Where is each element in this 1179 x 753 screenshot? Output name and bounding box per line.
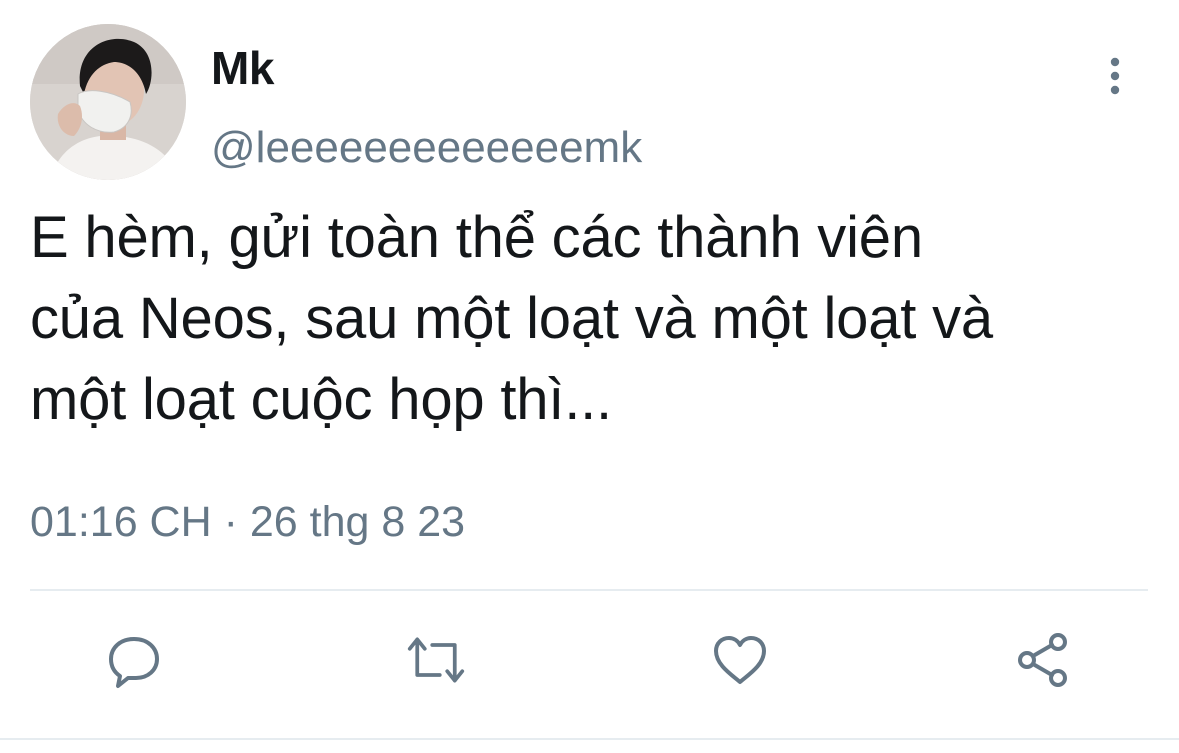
tweet-text-line: của Neos, sau một loạt và một loạt và	[30, 286, 993, 351]
share-icon	[1018, 633, 1067, 687]
reply-button[interactable]	[104, 630, 164, 690]
retweet-icon	[407, 637, 465, 683]
more-vertical-icon	[1110, 57, 1120, 95]
share-button[interactable]	[1013, 630, 1073, 690]
more-options-button[interactable]	[1098, 56, 1132, 96]
tweet-timestamp[interactable]: 01:16 CH · 26 thg 8 23	[30, 494, 465, 550]
like-icon	[714, 636, 766, 684]
retweet-button[interactable]	[406, 630, 466, 690]
like-button[interactable]	[710, 630, 770, 690]
tweet-text-line: E hèm, gửi toàn thể các thành viên	[30, 205, 923, 270]
user-handle[interactable]: @leeeeeeeeeeeeemk	[211, 120, 642, 176]
divider	[0, 738, 1179, 740]
tweet-text: E hèm, gửi toàn thể các thành viên của N…	[30, 197, 1170, 440]
divider	[30, 589, 1148, 591]
tweet-text-line: một loạt cuộc họp thì...	[30, 367, 612, 432]
tweet-card: Mk @leeeeeeeeeeeeemk E hèm, gửi toàn thể…	[0, 0, 1179, 753]
avatar-photo-icon	[30, 24, 186, 180]
avatar[interactable]	[30, 24, 186, 180]
display-name[interactable]: Mk	[211, 40, 274, 96]
reply-icon	[109, 637, 159, 688]
